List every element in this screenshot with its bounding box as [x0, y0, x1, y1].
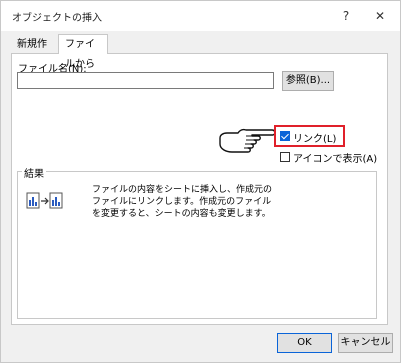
- tab-create-new[interactable]: 新規作成: [11, 36, 59, 67]
- browse-button[interactable]: 参照(B)...: [282, 71, 334, 91]
- link-label: リンク(L): [293, 134, 337, 145]
- link-option-highlight: リンク(L): [274, 125, 345, 147]
- result-description: ファイルの内容をシートに挿入し、作成元のファイルにリンクします。作成元のファイル…: [92, 185, 273, 219]
- link-file-icon: [26, 192, 63, 209]
- link-checkbox[interactable]: [280, 131, 290, 141]
- result-title: 結果: [22, 165, 46, 180]
- pointing-hand-icon: [219, 128, 276, 153]
- title-bar: オブジェクトの挿入 ? ✕: [1, 1, 400, 31]
- result-group: 結果 ファイルの内容をシートに挿入し、作成元のファイルにリンクします。作成元のフ…: [17, 165, 377, 319]
- display-as-icon-label: アイコンで表示(A): [293, 154, 378, 165]
- tab-panel: ファイル名(N): 参照(B)... リンク(L) アイコンで表示(A) 結果: [11, 53, 388, 325]
- display-as-icon-checkbox[interactable]: [280, 152, 290, 162]
- tab-strip: 新規作成 ファイルから: [1, 31, 400, 70]
- cancel-button[interactable]: キャンセル: [338, 333, 393, 353]
- insert-object-dialog: オブジェクトの挿入 ? ✕ 新規作成 ファイルから ファイル名(N): 参照(B…: [0, 0, 401, 363]
- tab-from-file[interactable]: ファイルから: [58, 34, 108, 70]
- ok-button[interactable]: OK: [277, 333, 332, 353]
- dialog-title: オブジェクトの挿入: [12, 13, 102, 24]
- close-button[interactable]: ✕: [371, 7, 389, 25]
- file-name-input[interactable]: [17, 72, 274, 89]
- help-button[interactable]: ?: [337, 7, 355, 25]
